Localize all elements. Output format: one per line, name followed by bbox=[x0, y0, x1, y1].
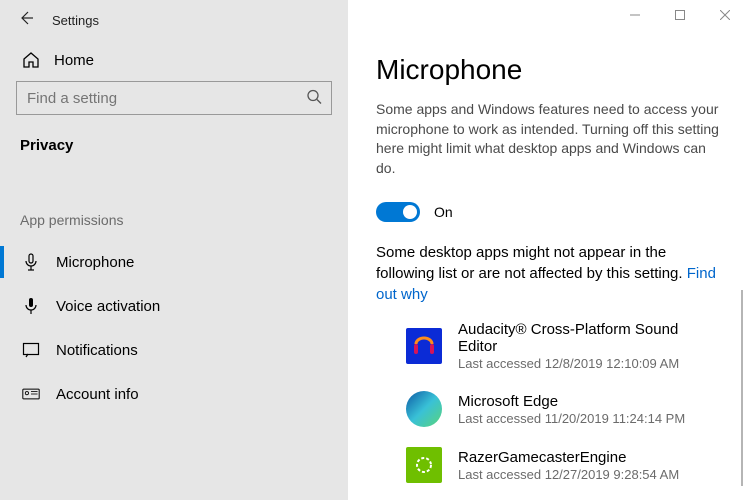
close-button[interactable] bbox=[702, 0, 747, 30]
audacity-icon bbox=[406, 328, 442, 364]
category-label: Privacy bbox=[0, 131, 348, 164]
search-icon bbox=[306, 89, 322, 108]
scrollbar-indicator[interactable] bbox=[741, 290, 743, 486]
toggle-row: On bbox=[376, 202, 719, 222]
home-link[interactable]: Home bbox=[0, 41, 348, 81]
app-row-razer[interactable]: RazerGamecasterEngine Last accessed 12/2… bbox=[406, 447, 719, 483]
search-input[interactable] bbox=[16, 81, 332, 115]
minimize-button[interactable] bbox=[612, 0, 657, 30]
app-name: Microsoft Edge bbox=[458, 393, 685, 410]
note-text: Some desktop apps might not appear in th… bbox=[376, 242, 719, 305]
razer-icon bbox=[406, 447, 442, 483]
app-sub: Last accessed 12/27/2019 9:28:54 AM bbox=[458, 467, 679, 482]
app-name: Audacity® Cross-Platform Sound Editor bbox=[458, 321, 719, 355]
app-sub: Last accessed 11/20/2019 11:24:14 PM bbox=[458, 411, 685, 426]
sidebar-subhead: App permissions bbox=[0, 164, 348, 240]
sidebar-top: Settings bbox=[0, 8, 348, 41]
maximize-button[interactable] bbox=[657, 0, 702, 30]
back-icon[interactable] bbox=[18, 10, 34, 31]
note-prefix: Some desktop apps might not appear in th… bbox=[376, 244, 687, 282]
nav-label: Notifications bbox=[56, 342, 138, 359]
app-list: Audacity® Cross-Platform Sound Editor La… bbox=[376, 321, 719, 483]
app-row-edge[interactable]: Microsoft Edge Last accessed 11/20/2019 … bbox=[406, 391, 719, 427]
edge-icon bbox=[406, 391, 442, 427]
microphone-icon bbox=[22, 253, 40, 271]
notifications-icon bbox=[22, 342, 40, 358]
page-title: Microphone bbox=[376, 54, 719, 86]
home-label: Home bbox=[54, 52, 94, 69]
app-row-audacity[interactable]: Audacity® Cross-Platform Sound Editor La… bbox=[406, 321, 719, 371]
sidebar-item-microphone[interactable]: Microphone bbox=[0, 240, 348, 284]
account-icon bbox=[22, 387, 40, 401]
nav-label: Voice activation bbox=[56, 298, 160, 315]
app-sub: Last accessed 12/8/2019 12:10:09 AM bbox=[458, 356, 719, 371]
toggle-label: On bbox=[434, 204, 453, 220]
search-wrap bbox=[0, 81, 348, 131]
voice-icon bbox=[22, 297, 40, 315]
home-icon bbox=[22, 51, 40, 69]
microphone-toggle[interactable] bbox=[376, 202, 420, 222]
nav-label: Account info bbox=[56, 386, 139, 403]
page-description: Some apps and Windows features need to a… bbox=[376, 100, 719, 178]
nav-label: Microphone bbox=[56, 254, 134, 271]
window-controls bbox=[612, 0, 747, 30]
sidebar-item-notifications[interactable]: Notifications bbox=[0, 328, 348, 372]
main-panel: Microphone Some apps and Windows feature… bbox=[348, 0, 747, 500]
app-name: RazerGamecasterEngine bbox=[458, 449, 679, 466]
sidebar-item-account-info[interactable]: Account info bbox=[0, 372, 348, 416]
sidebar: Settings Home Privacy App permissions Mi… bbox=[0, 0, 348, 500]
sidebar-item-voice-activation[interactable]: Voice activation bbox=[0, 284, 348, 328]
settings-window: Settings Home Privacy App permissions Mi… bbox=[0, 0, 747, 500]
window-title: Settings bbox=[52, 13, 99, 28]
